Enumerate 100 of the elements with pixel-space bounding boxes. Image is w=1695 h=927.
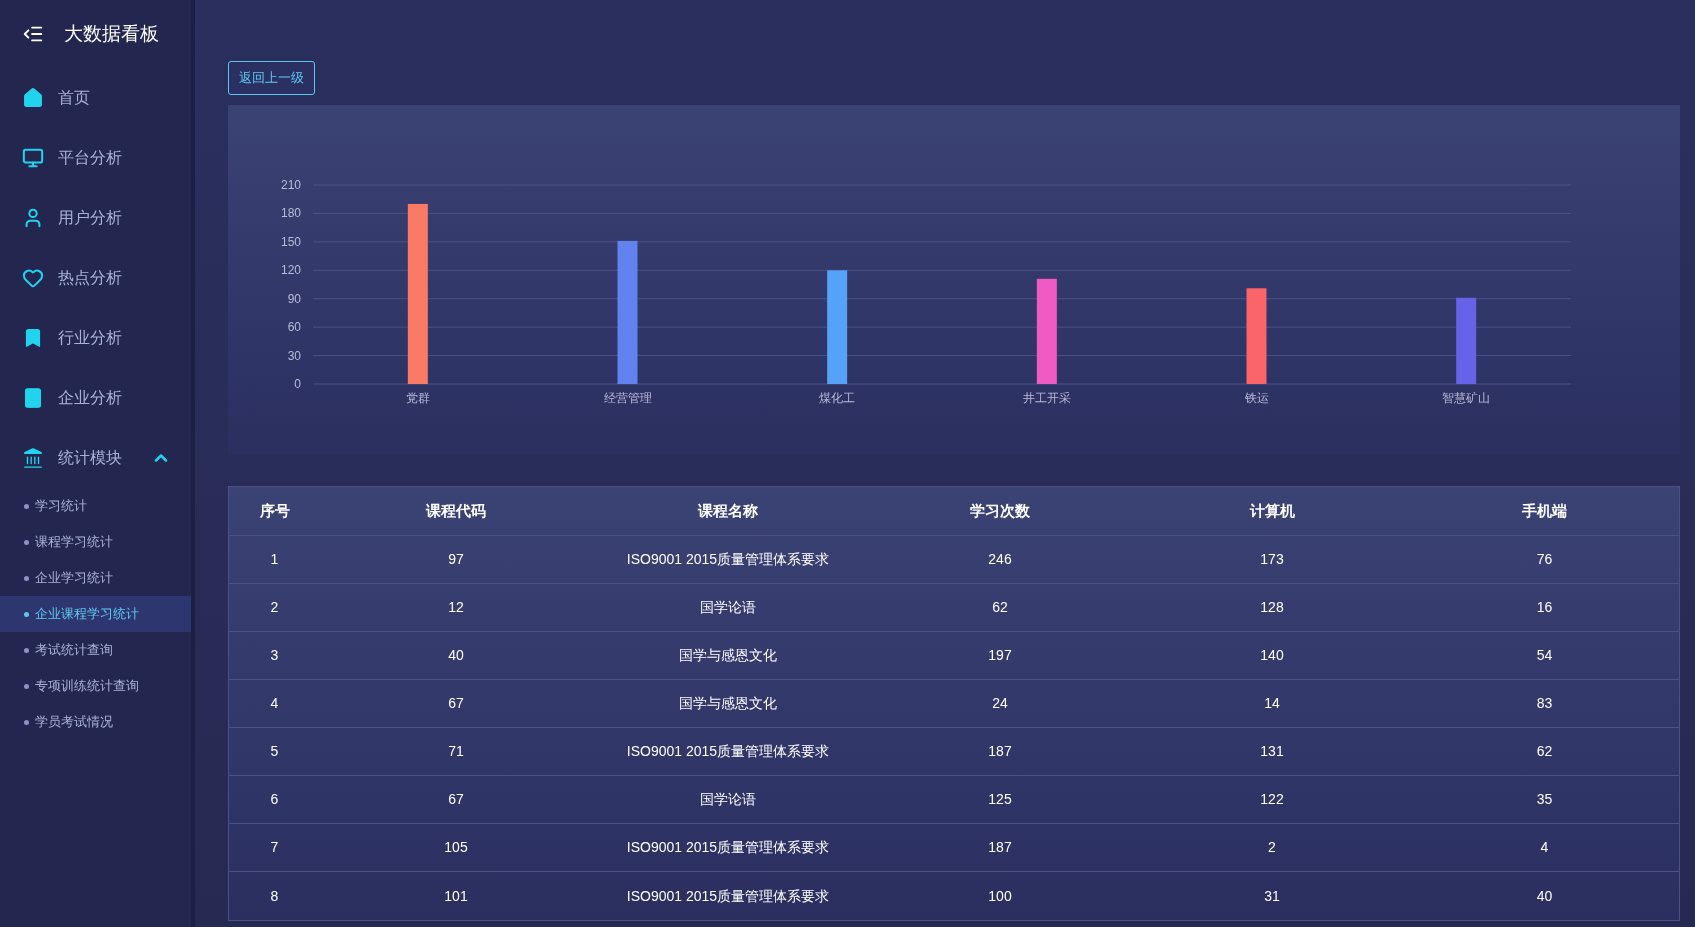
table-cell-text: 6 bbox=[269, 790, 280, 809]
nav-item[interactable]: 企业分析 bbox=[0, 368, 191, 428]
table-cell-text: ISO9001 2015质量管理体系要求 bbox=[625, 886, 831, 906]
table-cell-text: 31 bbox=[1263, 886, 1281, 906]
table-cell-text: 2 bbox=[269, 598, 280, 617]
table-cell-text: 62 bbox=[1535, 742, 1554, 761]
table-cell-text: 140 bbox=[1259, 646, 1285, 665]
table-cell-text: 35 bbox=[1535, 790, 1554, 809]
table-cell-text: 16 bbox=[1535, 598, 1554, 617]
table-cell-text: 4 bbox=[269, 694, 280, 713]
table-cell-text: ISO9001 2015质量管理体系要求 bbox=[625, 838, 831, 857]
x-axis-label: 智慧矿山 bbox=[1442, 391, 1491, 405]
table-cell-text: 125 bbox=[987, 790, 1013, 809]
submenu-label: 企业学习统计 bbox=[35, 569, 113, 588]
submenu-item[interactable]: 学员考试情况 bbox=[0, 704, 191, 740]
table-cell-text: 101 bbox=[443, 886, 469, 906]
table-cell-text: 187 bbox=[987, 838, 1013, 857]
table-cell-text: 100 bbox=[987, 886, 1013, 906]
bullet-icon bbox=[24, 575, 29, 581]
table-cell-text: 105 bbox=[443, 838, 469, 857]
table-cell-text: 187 bbox=[987, 742, 1013, 761]
table-cell-text: 国学与感恩文化 bbox=[678, 646, 778, 665]
table-cell-text: 国学论语 bbox=[699, 598, 757, 617]
table-cell-text: 7 bbox=[269, 838, 280, 857]
table-cell-text: 12 bbox=[447, 598, 465, 617]
monitor-icon bbox=[22, 147, 44, 169]
table-cell-text: 128 bbox=[1259, 598, 1285, 617]
y-tick-label: 120 bbox=[280, 263, 301, 278]
submenu-item[interactable]: 学习统计 bbox=[0, 488, 191, 524]
x-axis-label: 铁运 bbox=[1244, 391, 1269, 405]
table-cell-text: 8 bbox=[269, 886, 280, 906]
app-title: 大数据看板 bbox=[64, 21, 159, 46]
table-cell-text: 2 bbox=[1267, 838, 1277, 857]
table-cell-text: 4 bbox=[1539, 838, 1550, 857]
table-cell-text: 3 bbox=[269, 646, 280, 665]
table-cell-text: 14 bbox=[1263, 694, 1281, 713]
table-cell-text: 131 bbox=[1259, 742, 1285, 761]
table-cell-text: 40 bbox=[1535, 886, 1554, 906]
bullet-icon bbox=[24, 503, 29, 509]
y-tick-label: 90 bbox=[287, 291, 301, 306]
column-header: 手机端 bbox=[1521, 500, 1568, 521]
table-cell-text: 62 bbox=[991, 598, 1009, 617]
table-cell-text: 40 bbox=[447, 646, 465, 665]
bullet-icon bbox=[24, 719, 29, 725]
bullet-icon bbox=[24, 647, 29, 653]
submenu-item[interactable]: 专项训练统计查询 bbox=[0, 668, 191, 704]
nav-item[interactable]: 首页 bbox=[0, 68, 191, 128]
table-cell-text: 83 bbox=[1535, 694, 1554, 713]
submenu-item[interactable]: 企业课程学习统计 bbox=[0, 596, 191, 632]
x-axis-label: 井工开采 bbox=[1022, 391, 1071, 405]
column-header: 课程名称 bbox=[696, 500, 759, 521]
table-cell-text: 97 bbox=[447, 550, 465, 569]
nav-item[interactable]: 统计模块 bbox=[0, 428, 191, 488]
column-header: 计算机 bbox=[1248, 500, 1296, 521]
table-cell-text: 122 bbox=[1259, 790, 1285, 809]
nav-item[interactable]: 用户分析 bbox=[0, 188, 191, 248]
y-tick-label: 150 bbox=[280, 234, 301, 249]
submenu-label: 考试统计查询 bbox=[35, 641, 113, 660]
submenu-label: 课程学习统计 bbox=[35, 533, 113, 552]
table-cell-text: ISO9001 2015质量管理体系要求 bbox=[625, 550, 831, 569]
table-cell-text: ISO9001 2015质量管理体系要求 bbox=[625, 742, 831, 761]
table-cell-text: 国学与感恩文化 bbox=[678, 694, 778, 713]
column-header: 序号 bbox=[258, 500, 291, 521]
submenu-item[interactable]: 考试统计查询 bbox=[0, 632, 191, 668]
table-cell-text: 71 bbox=[447, 742, 465, 761]
heart-icon bbox=[22, 267, 44, 289]
table-cell-text: 67 bbox=[447, 790, 465, 809]
table-cell-text: 5 bbox=[269, 742, 280, 761]
home-icon bbox=[22, 87, 44, 109]
table-cell-text: 24 bbox=[991, 694, 1009, 713]
table-cell-text: 173 bbox=[1259, 550, 1285, 569]
table-cell-text: 197 bbox=[987, 646, 1013, 665]
table-cell-text: 67 bbox=[447, 694, 465, 713]
table-cell-text: 246 bbox=[987, 550, 1013, 569]
submenu-label: 学习统计 bbox=[35, 497, 87, 516]
table-cell-text: 54 bbox=[1535, 646, 1554, 665]
y-tick-label: 0 bbox=[294, 377, 301, 391]
bank-icon bbox=[22, 447, 44, 469]
nav-item[interactable]: 平台分析 bbox=[0, 128, 191, 188]
x-axis-label: 党群 bbox=[405, 391, 430, 405]
y-tick-label: 30 bbox=[287, 348, 301, 363]
submenu-label: 学员考试情况 bbox=[35, 713, 113, 732]
column-header: 课程代码 bbox=[424, 500, 487, 521]
y-tick-label: 60 bbox=[287, 320, 301, 335]
back-button[interactable]: 返回上一级 bbox=[228, 61, 315, 95]
y-tick-label: 210 bbox=[280, 178, 301, 192]
nav-item[interactable]: 行业分析 bbox=[0, 308, 191, 368]
submenu-item[interactable]: 课程学习统计 bbox=[0, 524, 191, 560]
submenu-label: 企业课程学习统计 bbox=[35, 605, 139, 624]
column-header: 学习次数 bbox=[969, 500, 1031, 521]
nav-item[interactable]: 热点分析 bbox=[0, 248, 191, 308]
submenu-label: 专项训练统计查询 bbox=[35, 677, 139, 696]
bullet-icon bbox=[24, 683, 29, 689]
bullet-icon bbox=[24, 539, 29, 545]
table-cell-text: 国学论语 bbox=[699, 790, 757, 809]
submenu-item[interactable]: 企业学习统计 bbox=[0, 560, 191, 596]
x-axis-label: 经营管理 bbox=[603, 391, 652, 405]
bullet-icon bbox=[24, 611, 29, 617]
x-axis-label: 煤化工 bbox=[819, 391, 856, 405]
table-cell-text: 1 bbox=[269, 550, 280, 569]
